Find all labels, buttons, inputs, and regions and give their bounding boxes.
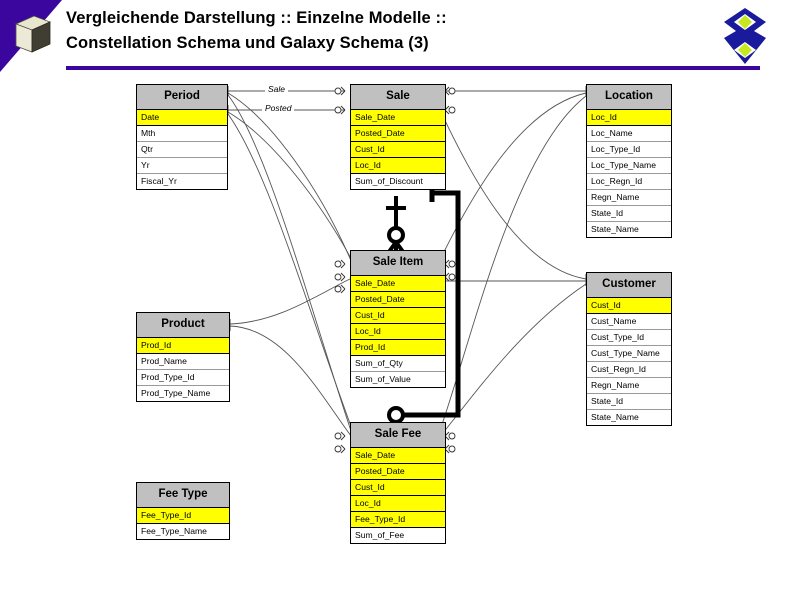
entity-period[interactable]: Period Date Mth Qtr Yr Fiscal_Yr	[136, 84, 228, 190]
attribute-row: Loc_Id	[351, 324, 445, 340]
page-title: Vergleichende Darstellung :: Einzelne Mo…	[66, 6, 686, 56]
attribute-row: Posted_Date	[351, 126, 445, 142]
entity-sale[interactable]: Sale Sale_Date Posted_Date Cust_Id Loc_I…	[350, 84, 446, 190]
attribute-row: Sum_of_Value	[351, 372, 445, 387]
attribute-row: Loc_Id	[351, 158, 445, 174]
attribute-row: Cust_Regn_Id	[587, 362, 671, 378]
relationship-label-posted: Posted	[262, 103, 295, 113]
attribute-row: Cust_Id	[587, 298, 671, 314]
title-line-2: Constellation Schema und Galaxy Schema (…	[66, 34, 429, 52]
attribute-row: Prod_Name	[137, 354, 229, 370]
attribute-row: Fiscal_Yr	[137, 174, 227, 189]
attribute-row: Prod_Id	[137, 338, 229, 354]
attribute-row: Qtr	[137, 142, 227, 158]
attribute-row: Sale_Date	[351, 276, 445, 292]
attribute-row: Sum_of_Discount	[351, 174, 445, 189]
er-diagram: Sale Posted Period Date Mth Qtr Yr Fisca…	[0, 78, 794, 595]
attribute-row: State_Id	[587, 206, 671, 222]
entity-title-period: Period	[137, 85, 227, 110]
attribute-row: Loc_Id	[587, 110, 671, 126]
attribute-row: Cust_Id	[351, 308, 445, 324]
attribute-row: Yr	[137, 158, 227, 174]
attribute-row: Cust_Name	[587, 314, 671, 330]
entity-title-customer: Customer	[587, 273, 671, 298]
attribute-row: State_Name	[587, 222, 671, 237]
cube-icon	[14, 15, 52, 53]
attribute-row: Posted_Date	[351, 292, 445, 308]
corner-logo	[0, 0, 62, 72]
slide-header: Vergleichende Darstellung :: Einzelne Mo…	[0, 0, 794, 78]
attribute-row: Fee_Type_Name	[137, 524, 229, 539]
attribute-row: Cust_Type_Id	[587, 330, 671, 346]
attribute-row: Prod_Id	[351, 340, 445, 356]
attribute-row: Cust_Id	[351, 142, 445, 158]
attribute-row: State_Name	[587, 410, 671, 425]
entity-title-sale: Sale	[351, 85, 445, 110]
entity-title-product: Product	[137, 313, 229, 338]
entity-title-sale-fee: Sale Fee	[351, 423, 445, 448]
relationship-label-sale: Sale	[265, 84, 289, 94]
attribute-row: Cust_Type_Name	[587, 346, 671, 362]
entity-location[interactable]: Location Loc_Id Loc_Name Loc_Type_Id Loc…	[586, 84, 672, 238]
attribute-row: Sum_of_Fee	[351, 528, 445, 543]
attribute-row: Cust_Id	[351, 480, 445, 496]
attribute-row: Posted_Date	[351, 464, 445, 480]
attribute-row: Loc_Type_Id	[587, 142, 671, 158]
entity-fee-type[interactable]: Fee Type Fee_Type_Id Fee_Type_Name	[136, 482, 230, 540]
attribute-row: Sale_Date	[351, 448, 445, 464]
entity-product[interactable]: Product Prod_Id Prod_Name Prod_Type_Id P…	[136, 312, 230, 402]
attribute-row: Mth	[137, 126, 227, 142]
diamond-logo	[724, 8, 766, 64]
attribute-row: Fee_Type_Id	[351, 512, 445, 528]
entity-customer[interactable]: Customer Cust_Id Cust_Name Cust_Type_Id …	[586, 272, 672, 426]
attribute-row: Prod_Type_Name	[137, 386, 229, 401]
attribute-row: State_Id	[587, 394, 671, 410]
entity-sale-fee[interactable]: Sale Fee Sale_Date Posted_Date Cust_Id L…	[350, 422, 446, 544]
attribute-row: Regn_Name	[587, 190, 671, 206]
attribute-row: Sale_Date	[351, 110, 445, 126]
entity-title-sale-item: Sale Item	[351, 251, 445, 276]
entity-sale-item[interactable]: Sale Item Sale_Date Posted_Date Cust_Id …	[350, 250, 446, 388]
attribute-row: Loc_Name	[587, 126, 671, 142]
attribute-row: Loc_Type_Name	[587, 158, 671, 174]
attribute-row: Loc_Regn_Id	[587, 174, 671, 190]
attribute-row: Loc_Id	[351, 496, 445, 512]
attribute-row: Prod_Type_Id	[137, 370, 229, 386]
attribute-row: Regn_Name	[587, 378, 671, 394]
entity-title-location: Location	[587, 85, 671, 110]
attribute-row: Sum_of_Qty	[351, 356, 445, 372]
attribute-row: Fee_Type_Id	[137, 508, 229, 524]
title-divider	[66, 66, 760, 70]
entity-title-fee-type: Fee Type	[137, 483, 229, 508]
title-line-1: Vergleichende Darstellung :: Einzelne Mo…	[66, 9, 447, 27]
attribute-row: Date	[137, 110, 227, 126]
